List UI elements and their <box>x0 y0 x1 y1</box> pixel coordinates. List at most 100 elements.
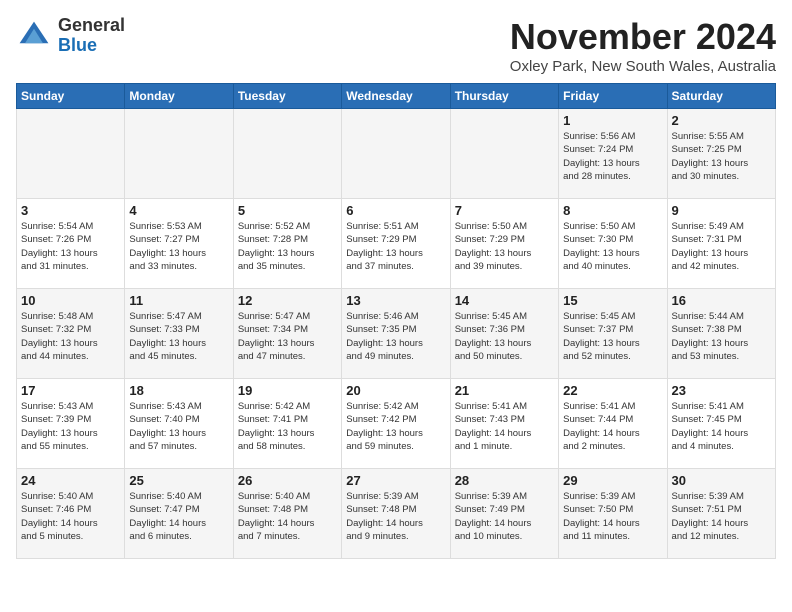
day-number: 24 <box>21 473 120 488</box>
day-info: Sunrise: 5:53 AM Sunset: 7:27 PM Dayligh… <box>129 220 228 273</box>
title-block: November 2024 Oxley Park, New South Wale… <box>510 16 776 75</box>
day-number: 3 <box>21 203 120 218</box>
day-number: 26 <box>238 473 337 488</box>
day-cell: 2Sunrise: 5:55 AM Sunset: 7:25 PM Daylig… <box>667 109 775 199</box>
header-cell-thursday: Thursday <box>450 84 558 109</box>
day-info: Sunrise: 5:43 AM Sunset: 7:39 PM Dayligh… <box>21 400 120 453</box>
day-number: 10 <box>21 293 120 308</box>
day-number: 13 <box>346 293 445 308</box>
day-cell: 7 Sunrise: 5:50 AM Sunset: 7:29 PM Daylig… <box>450 199 558 289</box>
day-info: Sunrise: 5:52 AM Sunset: 7:28 PM Dayligh… <box>238 220 337 273</box>
day-cell: 17 Sunrise: 5:43 AM Sunset: 7:39 PM Dayli… <box>17 379 125 469</box>
day-cell: 26 Sunrise: 5:40 AM Sunset: 7:48 PM Dayli… <box>233 469 341 559</box>
day-cell <box>233 109 341 199</box>
day-cell: 10 Sunrise: 5:48 AM Sunset: 7:32 PM Dayli… <box>17 289 125 379</box>
week-row-5: 24Sunrise: 5:40 AM Sunset: 7:46 PM Dayli… <box>17 469 776 559</box>
day-cell: 29Sunrise: 5:39 AM Sunset: 7:50 PM Dayli… <box>559 469 667 559</box>
day-cell: 24Sunrise: 5:40 AM Sunset: 7:46 PM Dayli… <box>17 469 125 559</box>
day-number: 22 <box>563 383 662 398</box>
day-number: 16 <box>672 293 771 308</box>
day-number: 8 <box>563 203 662 218</box>
day-number: 15 <box>563 293 662 308</box>
day-cell: 14 Sunrise: 5:45 AM Sunset: 7:36 PM Dayli… <box>450 289 558 379</box>
logo: General Blue <box>16 16 125 56</box>
week-row-3: 10 Sunrise: 5:48 AM Sunset: 7:32 PM Dayli… <box>17 289 776 379</box>
day-cell <box>17 109 125 199</box>
calendar-table: SundayMondayTuesdayWednesdayThursdayFrid… <box>16 83 776 559</box>
day-number: 7 <box>455 203 554 218</box>
header-cell-friday: Friday <box>559 84 667 109</box>
month-title: November 2024 <box>510 16 776 58</box>
logo-icon <box>16 18 52 54</box>
day-number: 25 <box>129 473 228 488</box>
day-number: 28 <box>455 473 554 488</box>
day-info: Sunrise: 5:49 AM Sunset: 7:31 PM Dayligh… <box>672 220 771 273</box>
day-cell: 23 Sunrise: 5:41 AM Sunset: 7:45 PM Dayli… <box>667 379 775 469</box>
day-info: Sunrise: 5:45 AM Sunset: 7:36 PM Dayligh… <box>455 310 554 363</box>
day-number: 21 <box>455 383 554 398</box>
day-cell: 5Sunrise: 5:52 AM Sunset: 7:28 PM Daylig… <box>233 199 341 289</box>
day-info: Sunrise: 5:41 AM Sunset: 7:44 PM Dayligh… <box>563 400 662 453</box>
week-row-1: 1Sunrise: 5:56 AM Sunset: 7:24 PM Daylig… <box>17 109 776 199</box>
day-cell: 8 Sunrise: 5:50 AM Sunset: 7:30 PM Daylig… <box>559 199 667 289</box>
day-cell: 1Sunrise: 5:56 AM Sunset: 7:24 PM Daylig… <box>559 109 667 199</box>
day-info: Sunrise: 5:50 AM Sunset: 7:30 PM Dayligh… <box>563 220 662 273</box>
day-number: 6 <box>346 203 445 218</box>
logo-general: General <box>58 15 125 35</box>
week-row-4: 17 Sunrise: 5:43 AM Sunset: 7:39 PM Dayli… <box>17 379 776 469</box>
header-row: SundayMondayTuesdayWednesdayThursdayFrid… <box>17 84 776 109</box>
header-cell-tuesday: Tuesday <box>233 84 341 109</box>
week-row-2: 3Sunrise: 5:54 AM Sunset: 7:26 PM Daylig… <box>17 199 776 289</box>
day-cell: 11 Sunrise: 5:47 AM Sunset: 7:33 PM Dayli… <box>125 289 233 379</box>
logo-blue: Blue <box>58 35 97 55</box>
day-number: 19 <box>238 383 337 398</box>
day-cell: 25Sunrise: 5:40 AM Sunset: 7:47 PM Dayli… <box>125 469 233 559</box>
day-cell <box>342 109 450 199</box>
day-info: Sunrise: 5:47 AM Sunset: 7:34 PM Dayligh… <box>238 310 337 363</box>
day-info: Sunrise: 5:40 AM Sunset: 7:48 PM Dayligh… <box>238 490 337 543</box>
header-cell-saturday: Saturday <box>667 84 775 109</box>
day-cell: 30 Sunrise: 5:39 AM Sunset: 7:51 PM Dayli… <box>667 469 775 559</box>
day-number: 1 <box>563 113 662 128</box>
day-info: Sunrise: 5:39 AM Sunset: 7:48 PM Dayligh… <box>346 490 445 543</box>
day-cell: 6 Sunrise: 5:51 AM Sunset: 7:29 PM Daylig… <box>342 199 450 289</box>
location: Oxley Park, New South Wales, Australia <box>510 58 776 75</box>
day-number: 29 <box>563 473 662 488</box>
day-number: 27 <box>346 473 445 488</box>
day-number: 2 <box>672 113 771 128</box>
day-number: 30 <box>672 473 771 488</box>
day-info: Sunrise: 5:51 AM Sunset: 7:29 PM Dayligh… <box>346 220 445 273</box>
day-cell: 19Sunrise: 5:42 AM Sunset: 7:41 PM Dayli… <box>233 379 341 469</box>
day-info: Sunrise: 5:43 AM Sunset: 7:40 PM Dayligh… <box>129 400 228 453</box>
day-info: Sunrise: 5:48 AM Sunset: 7:32 PM Dayligh… <box>21 310 120 363</box>
day-number: 11 <box>129 293 228 308</box>
day-number: 14 <box>455 293 554 308</box>
day-info: Sunrise: 5:44 AM Sunset: 7:38 PM Dayligh… <box>672 310 771 363</box>
day-info: Sunrise: 5:46 AM Sunset: 7:35 PM Dayligh… <box>346 310 445 363</box>
day-cell: 4 Sunrise: 5:53 AM Sunset: 7:27 PM Daylig… <box>125 199 233 289</box>
header-cell-wednesday: Wednesday <box>342 84 450 109</box>
day-info: Sunrise: 5:47 AM Sunset: 7:33 PM Dayligh… <box>129 310 228 363</box>
day-number: 17 <box>21 383 120 398</box>
day-info: Sunrise: 5:50 AM Sunset: 7:29 PM Dayligh… <box>455 220 554 273</box>
day-info: Sunrise: 5:42 AM Sunset: 7:42 PM Dayligh… <box>346 400 445 453</box>
day-cell: 13 Sunrise: 5:46 AM Sunset: 7:35 PM Dayli… <box>342 289 450 379</box>
day-number: 18 <box>129 383 228 398</box>
day-number: 4 <box>129 203 228 218</box>
day-cell: 16 Sunrise: 5:44 AM Sunset: 7:38 PM Dayli… <box>667 289 775 379</box>
page-header: General Blue November 2024 Oxley Park, N… <box>16 16 776 75</box>
calendar-body: 1Sunrise: 5:56 AM Sunset: 7:24 PM Daylig… <box>17 109 776 559</box>
day-info: Sunrise: 5:41 AM Sunset: 7:45 PM Dayligh… <box>672 400 771 453</box>
calendar-header: SundayMondayTuesdayWednesdayThursdayFrid… <box>17 84 776 109</box>
day-cell <box>450 109 558 199</box>
day-cell: 18 Sunrise: 5:43 AM Sunset: 7:40 PM Dayli… <box>125 379 233 469</box>
day-info: Sunrise: 5:39 AM Sunset: 7:51 PM Dayligh… <box>672 490 771 543</box>
day-cell: 3Sunrise: 5:54 AM Sunset: 7:26 PM Daylig… <box>17 199 125 289</box>
day-cell: 22 Sunrise: 5:41 AM Sunset: 7:44 PM Dayli… <box>559 379 667 469</box>
day-cell: 12Sunrise: 5:47 AM Sunset: 7:34 PM Dayli… <box>233 289 341 379</box>
day-number: 9 <box>672 203 771 218</box>
day-cell: 27 Sunrise: 5:39 AM Sunset: 7:48 PM Dayli… <box>342 469 450 559</box>
day-number: 23 <box>672 383 771 398</box>
day-cell: 15Sunrise: 5:45 AM Sunset: 7:37 PM Dayli… <box>559 289 667 379</box>
day-number: 20 <box>346 383 445 398</box>
